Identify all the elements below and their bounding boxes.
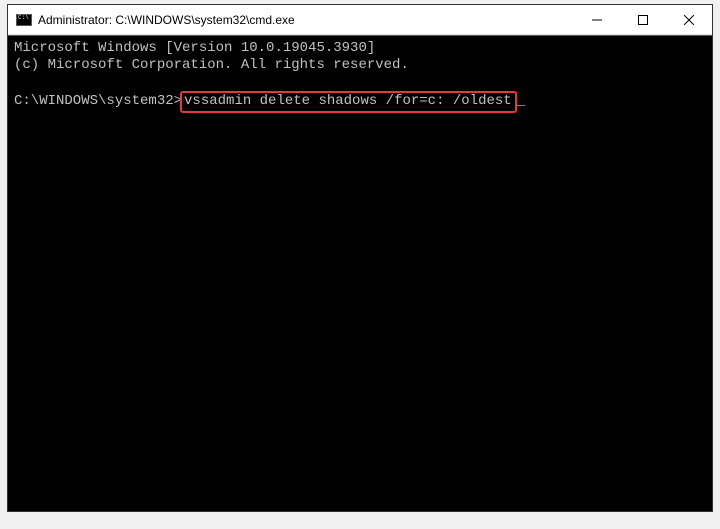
- titlebar[interactable]: Administrator: C:\WINDOWS\system32\cmd.e…: [8, 5, 712, 35]
- terminal-cursor: _: [517, 93, 525, 109]
- command-highlight: vssadmin delete shadows /for=c: /oldest: [180, 91, 517, 113]
- window-title: Administrator: C:\WINDOWS\system32\cmd.e…: [38, 13, 574, 27]
- cmd-window: Administrator: C:\WINDOWS\system32\cmd.e…: [7, 4, 713, 512]
- cmd-icon: [16, 12, 32, 28]
- close-button[interactable]: [666, 5, 712, 34]
- terminal-output-line: Microsoft Windows [Version 10.0.19045.39…: [14, 40, 706, 57]
- window-controls: [574, 5, 712, 34]
- maximize-icon: [638, 15, 648, 25]
- terminal-area[interactable]: Microsoft Windows [Version 10.0.19045.39…: [8, 35, 712, 511]
- terminal-command[interactable]: vssadmin delete shadows /for=c: /oldest: [184, 93, 512, 109]
- terminal-prompt: C:\WINDOWS\system32>: [14, 93, 182, 109]
- maximize-button[interactable]: [620, 5, 666, 34]
- terminal-output-line: (c) Microsoft Corporation. All rights re…: [14, 57, 706, 74]
- minimize-button[interactable]: [574, 5, 620, 34]
- terminal-prompt-line: C:\WINDOWS\system32>vssadmin delete shad…: [14, 91, 525, 113]
- minimize-icon: [592, 15, 602, 25]
- close-icon: [684, 15, 694, 25]
